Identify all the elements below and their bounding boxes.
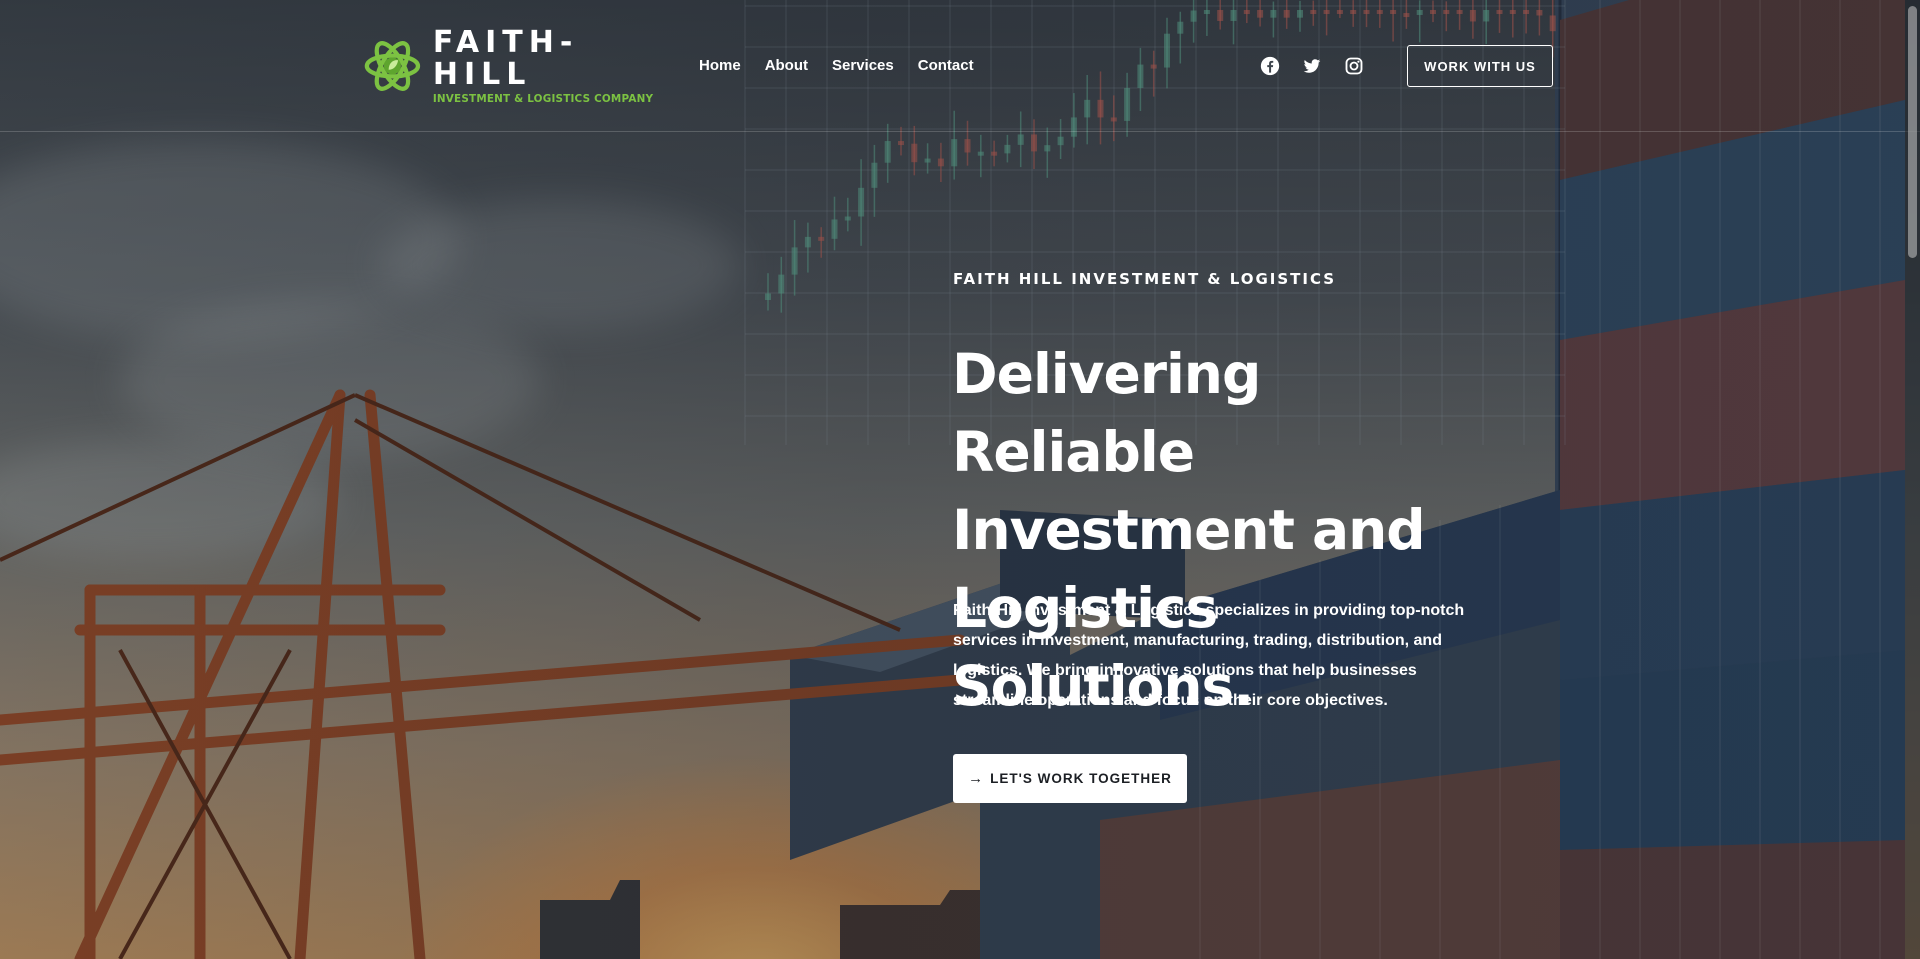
cta-label: LET'S WORK TOGETHER bbox=[990, 771, 1172, 786]
arrow-right-icon: → bbox=[968, 770, 985, 787]
nav-item-contact[interactable]: Contact bbox=[918, 56, 974, 76]
social-links bbox=[1260, 56, 1364, 76]
scrollbar-thumb[interactable] bbox=[1908, 6, 1917, 258]
nav-item-services[interactable]: Services bbox=[832, 56, 894, 76]
instagram-icon[interactable] bbox=[1344, 56, 1364, 76]
brand-logo[interactable]: FAITH-HILL INVESTMENT & LOGISTICS COMPAN… bbox=[364, 27, 664, 105]
logo-wordmark: FAITH-HILL INVESTMENT & LOGISTICS COMPAN… bbox=[432, 25, 664, 106]
twitter-icon[interactable] bbox=[1302, 56, 1322, 76]
page-scrollbar[interactable] bbox=[1905, 0, 1920, 959]
facebook-icon[interactable] bbox=[1260, 56, 1280, 76]
nav-item-home[interactable]: Home bbox=[699, 56, 741, 76]
nav-item-about[interactable]: About bbox=[765, 56, 808, 76]
brand-tagline: INVESTMENT & LOGISTICS COMPANY bbox=[432, 93, 654, 105]
hero-kicker: FAITH HILL INVESTMENT & LOGISTICS bbox=[953, 270, 1337, 288]
hero-description: Faith-Hill Investment & Logistics specia… bbox=[953, 602, 1465, 709]
work-with-us-button[interactable]: WORK WITH US bbox=[1407, 45, 1553, 87]
main-nav: Home About Services Contact bbox=[699, 56, 998, 76]
site-header: FAITH-HILL INVESTMENT & LOGISTICS COMPAN… bbox=[0, 0, 1920, 132]
atom-leaf-icon bbox=[364, 41, 421, 91]
lets-work-together-button[interactable]: → LET'S WORK TOGETHER bbox=[953, 754, 1187, 803]
brand-name: FAITH-HILL bbox=[432, 25, 579, 92]
